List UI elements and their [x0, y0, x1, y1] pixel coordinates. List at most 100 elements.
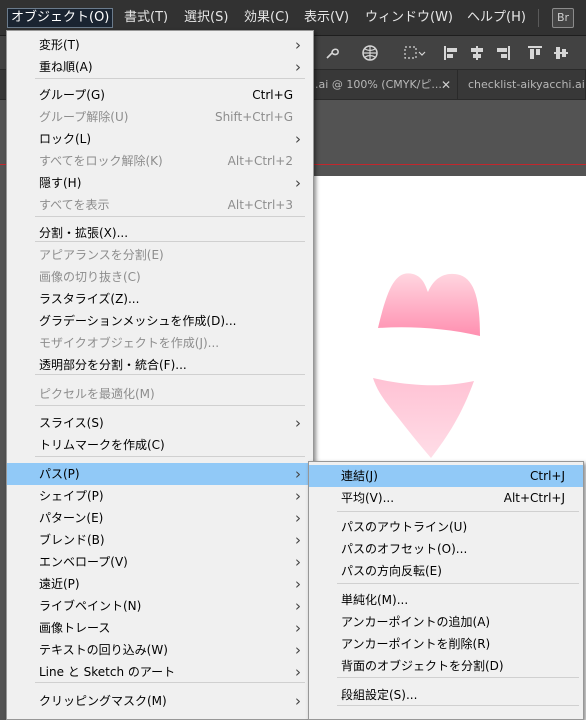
menu-item-label: 画像の切り抜き(C)	[39, 270, 141, 284]
align-vertical-center-icon[interactable]	[552, 44, 570, 62]
menu-separator	[35, 78, 305, 79]
transform-dropdown-icon[interactable]	[403, 44, 427, 62]
chevron-right-icon: ›	[295, 487, 301, 505]
align-center-icon[interactable]	[468, 44, 486, 62]
menu-item-shortcut: Alt+Ctrl+3	[227, 198, 293, 212]
path-submenu-item[interactable]: アンカーポイントを削除(R)	[309, 633, 583, 655]
menu-window[interactable]: ウィンドウ(W)	[362, 9, 456, 27]
object-menu-item[interactable]: エンベロープ(V) ›	[7, 551, 313, 573]
path-submenu-item[interactable]: 平均(V)... Alt+Ctrl+J	[309, 487, 583, 509]
object-menu-item: グループ解除(U) Shift+Ctrl+G	[7, 106, 313, 128]
object-menu-item[interactable]: ロック(L) ›	[7, 128, 313, 150]
menu-item-label: グラデーションメッシュを作成(D)...	[39, 314, 237, 328]
object-menu-item[interactable]: 分割・拡張(X)...	[7, 222, 313, 244]
menu-item-label: 背面のオブジェクトを分割(D)	[341, 659, 504, 673]
menu-item-shortcut: Ctrl+J	[530, 469, 565, 483]
menu-item-label: 分割・拡張(X)...	[39, 226, 129, 240]
chevron-right-icon: ›	[295, 597, 301, 615]
object-menu-item[interactable]: ラスタライズ(Z)...	[7, 288, 313, 310]
chevron-right-icon: ›	[295, 130, 301, 148]
object-menu-item[interactable]: シェイプ(P) ›	[7, 485, 313, 507]
menu-item-label: グループ解除(U)	[39, 110, 129, 124]
chevron-right-icon: ›	[295, 36, 301, 54]
chevron-right-icon: ›	[295, 174, 301, 192]
menu-item-label: パスの方向反転(E)	[341, 564, 442, 578]
path-submenu-item[interactable]: アンカーポイントの追加(A)	[309, 611, 583, 633]
object-menu-item[interactable]: 遠近(P) ›	[7, 573, 313, 595]
menu-object[interactable]: オブジェクト(O)	[6, 8, 114, 28]
close-tab-icon[interactable]: ✕	[441, 70, 451, 100]
object-menu-item[interactable]: 透明部分を分割・統合(F)...	[7, 354, 313, 376]
heart-bottom-shape	[373, 378, 474, 458]
path-submenu-item[interactable]: 連結(J) Ctrl+J	[309, 465, 583, 487]
chevron-right-icon: ›	[295, 553, 301, 571]
menu-separator	[337, 677, 579, 678]
menu-item-label: トリムマークを作成(C)	[39, 438, 165, 452]
menu-item-label: 画像トレース	[39, 621, 111, 635]
menu-item-label: アンカーポイントを削除(R)	[341, 637, 491, 651]
chevron-right-icon: ›	[295, 509, 301, 527]
menu-item-label: 重ね順(A)	[39, 60, 93, 74]
object-menu-item[interactable]: ブレンド(B) ›	[7, 529, 313, 551]
object-menu-item[interactable]: Line と Sketch のアート ›	[7, 661, 313, 683]
menu-item-label: シェイプ(P)	[39, 489, 104, 503]
document-tab-active[interactable]: checklist-aikyacchi.ai*	[462, 70, 586, 100]
menu-item-label: パス(P)	[39, 467, 80, 481]
menu-select[interactable]: 選択(S)	[181, 9, 231, 27]
menu-item-label: 単純化(M)...	[341, 593, 409, 607]
chevron-right-icon: ›	[295, 531, 301, 549]
path-submenu-item[interactable]: パスのオフセット(O)...	[309, 538, 583, 560]
menu-separator	[35, 216, 305, 217]
object-menu-item[interactable]: 隠す(H) ›	[7, 172, 313, 194]
menu-item-label: アピアランスを分割(E)	[39, 248, 164, 262]
document-tab-label: checklist-aikyacchi.ai*	[468, 78, 586, 91]
menu-item-label: ラスタライズ(Z)...	[39, 292, 140, 306]
object-menu-item[interactable]: テキストの回り込み(W) ›	[7, 639, 313, 661]
object-menu-item[interactable]: 重ね順(A) ›	[7, 56, 313, 78]
document-tab[interactable]: l.ai @ 100% (CMYK/ピ... ✕	[306, 70, 458, 100]
menu-item-label: Line と Sketch のアート	[39, 665, 176, 679]
chevron-right-icon: ›	[295, 465, 301, 483]
path-submenu: 連結(J) Ctrl+J 平均(V)... Alt+Ctrl+J パスのアウトライン(U…	[308, 461, 584, 720]
align-left-icon[interactable]	[442, 44, 460, 62]
menu-item-label: 変形(T)	[39, 38, 80, 52]
object-menu-item[interactable]: クリッピングマスク(M) ›	[7, 690, 313, 712]
path-submenu-item[interactable]: 段組設定(S)...	[309, 684, 583, 706]
object-menu-item[interactable]: スライス(S) ›	[7, 412, 313, 434]
path-submenu-item[interactable]: パスの方向反転(E)	[309, 560, 583, 582]
object-menu-item[interactable]: トリムマークを作成(C)	[7, 434, 313, 456]
menu-item-label: 透明部分を分割・統合(F)...	[39, 358, 187, 372]
menu-item-shortcut: Ctrl+G	[252, 88, 293, 102]
chevron-right-icon: ›	[295, 663, 301, 681]
menu-item-label: すべてをロック解除(K)	[39, 154, 163, 168]
menu-item-label: ピクセルを最適化(M)	[39, 387, 155, 401]
menu-effect[interactable]: 効果(C)	[241, 9, 292, 27]
object-menu-item[interactable]: 画像トレース ›	[7, 617, 313, 639]
path-submenu-item[interactable]: パスのアウトライン(U)	[309, 516, 583, 538]
object-menu-item[interactable]: 変形(T) ›	[7, 34, 313, 56]
menu-type[interactable]: 書式(T)	[121, 9, 171, 27]
chevron-right-icon: ›	[295, 58, 301, 76]
menu-item-label: パスのアウトライン(U)	[341, 520, 468, 534]
menu-item-label: ライブペイント(N)	[39, 599, 142, 613]
path-submenu-item[interactable]: 単純化(M)...	[309, 589, 583, 611]
object-menu-item[interactable]: パス(P) ›	[7, 463, 313, 485]
menu-bar-divider	[538, 9, 539, 27]
align-top-icon[interactable]	[526, 44, 544, 62]
object-menu-item[interactable]: グループ(G) Ctrl+G	[7, 84, 313, 106]
heart-top-shape	[378, 273, 480, 336]
menu-help[interactable]: ヘルプ(H)	[464, 9, 529, 27]
object-menu-item[interactable]: パターン(E) ›	[7, 507, 313, 529]
recolor-icon[interactable]	[324, 44, 342, 62]
menu-item-shortcut: Shift+Ctrl+G	[214, 110, 293, 124]
bridge-button[interactable]: Br	[552, 8, 574, 28]
globe-icon[interactable]	[361, 44, 379, 62]
menu-item-label: エンベロープ(V)	[39, 555, 128, 569]
object-menu-item: すべてを表示 Alt+Ctrl+3	[7, 194, 313, 216]
path-submenu-item[interactable]: 背面のオブジェクトを分割(D)	[309, 655, 583, 677]
menu-view[interactable]: 表示(V)	[301, 9, 352, 27]
menu-item-label: すべてを表示	[39, 198, 110, 212]
align-right-icon[interactable]	[494, 44, 512, 62]
object-menu-item[interactable]: グラデーションメッシュを作成(D)...	[7, 310, 313, 332]
object-menu-item[interactable]: ライブペイント(N) ›	[7, 595, 313, 617]
